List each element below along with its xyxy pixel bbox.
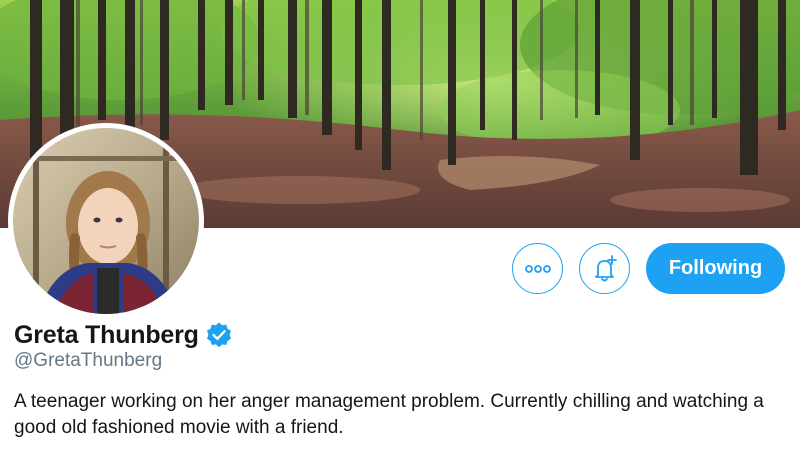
more-dots-icon bbox=[524, 264, 551, 273]
avatar[interactable] bbox=[8, 123, 204, 319]
profile-bio: A teenager working on her anger manageme… bbox=[14, 391, 764, 438]
user-handle: @GretaThunberg bbox=[14, 350, 163, 371]
display-name: Greta Thunberg bbox=[14, 320, 199, 349]
bell-plus-icon bbox=[594, 254, 617, 281]
avatar-photo bbox=[13, 128, 199, 314]
turn-on-notifications-button[interactable] bbox=[579, 243, 630, 294]
more-options-button[interactable] bbox=[512, 243, 563, 294]
verified-badge-icon bbox=[205, 321, 233, 349]
following-button[interactable]: Following bbox=[646, 243, 785, 294]
display-name-row: Greta Thunberg bbox=[14, 318, 233, 352]
